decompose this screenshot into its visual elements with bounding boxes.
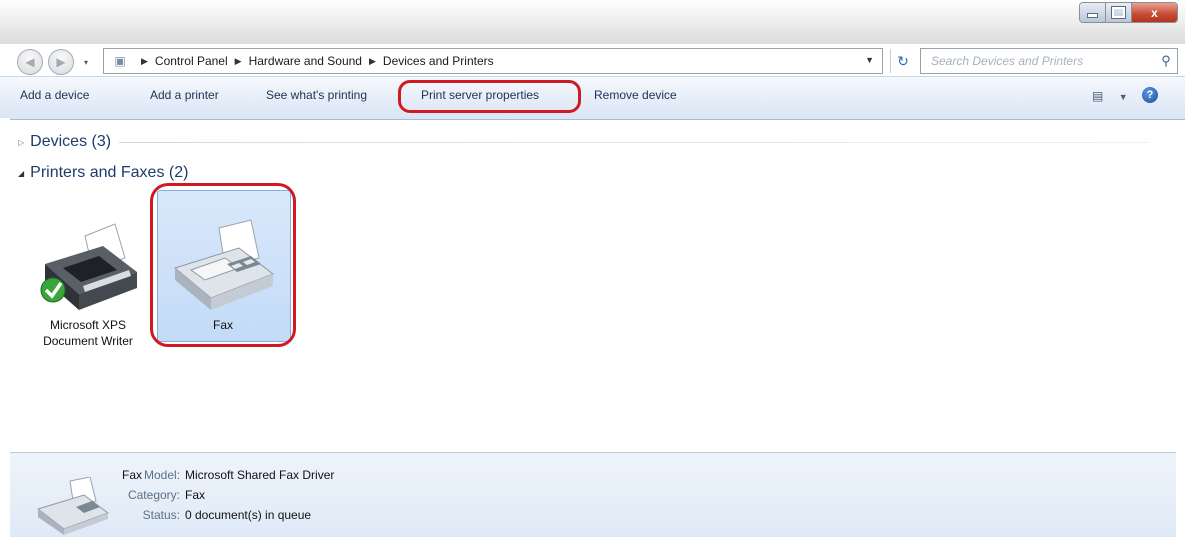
group-title-devices: Devices (3) xyxy=(30,133,112,150)
close-button[interactable]: x xyxy=(1132,3,1177,22)
expand-arrow-icon: ▷ xyxy=(18,137,25,147)
breadcrumb-hardware-and-sound[interactable]: Hardware and Sound xyxy=(249,54,362,68)
printer-microsoft-xps[interactable]: Microsoft XPS Document Writer xyxy=(26,218,150,349)
command-bar: Add a device Add a printer See what's pr… xyxy=(0,76,1185,120)
search-icon[interactable]: ⚲ xyxy=(1155,53,1177,69)
group-title-printers: Printers and Faxes (2) xyxy=(30,164,189,181)
printer-label-line2: Document Writer xyxy=(43,334,133,348)
devices-and-printers-window: x ◀ ▶ ▾ ▣ ▶ Control Panel ▶ Hardware and… xyxy=(0,0,1185,537)
breadcrumb-devices-and-printers[interactable]: Devices and Printers xyxy=(383,54,494,68)
help-button[interactable]: ? xyxy=(1142,87,1158,103)
add-device-button[interactable]: Add a device xyxy=(20,88,89,102)
breadcrumb-separator-icon[interactable]: ▶ xyxy=(369,56,376,67)
printer-label-line1: Microsoft XPS xyxy=(49,318,127,332)
details-status-label: Status: xyxy=(142,508,180,522)
close-icon: x xyxy=(1151,5,1158,20)
back-button[interactable]: ◀ xyxy=(17,49,43,75)
address-dropdown-icon[interactable]: ▼ xyxy=(865,55,874,65)
title-bar: x xyxy=(0,0,1185,44)
group-header-printers[interactable]: ◢ Printers and Faxes (2) xyxy=(18,164,196,182)
caption-buttons: x xyxy=(1079,2,1178,23)
collapse-arrow-icon: ◢ xyxy=(18,168,25,178)
back-arrow-icon: ◀ xyxy=(25,55,35,69)
address-bar[interactable]: ▣ ▶ Control Panel ▶ Hardware and Sound ▶… xyxy=(103,48,883,74)
fax-icon xyxy=(36,477,110,535)
forward-arrow-icon: ▶ xyxy=(56,55,66,69)
details-category-label: Category: xyxy=(127,488,180,502)
group-divider xyxy=(119,141,1150,143)
search-box[interactable]: Search Devices and Printers ⚲ xyxy=(920,48,1178,74)
add-printer-button[interactable]: Add a printer xyxy=(150,88,219,102)
window-left-border xyxy=(0,118,10,458)
highlight-circle-fax xyxy=(150,183,296,347)
search-input[interactable]: Search Devices and Printers xyxy=(921,54,1155,68)
remove-device-button[interactable]: Remove device xyxy=(594,88,677,102)
minimize-button[interactable] xyxy=(1080,3,1106,22)
control-panel-icon: ▣ xyxy=(114,54,126,68)
change-view-button[interactable]: ▤ ▼ xyxy=(1092,89,1128,103)
breadcrumb-control-panel[interactable]: Control Panel xyxy=(155,54,228,68)
see-whats-printing-button[interactable]: See what's printing xyxy=(266,88,367,102)
navigation-bar: ◀ ▶ ▾ ▣ ▶ Control Panel ▶ Hardware and S… xyxy=(0,44,1185,76)
details-pane: Fax Model: Microsoft Shared Fax Driver C… xyxy=(10,452,1176,537)
details-status-value: 0 document(s) in queue xyxy=(185,508,312,522)
maximize-button[interactable] xyxy=(1106,3,1132,22)
refresh-icon: ↻ xyxy=(897,52,909,69)
chevron-down-icon: ▼ xyxy=(1118,92,1128,102)
recent-pages-dropdown[interactable]: ▾ xyxy=(80,56,92,68)
forward-button[interactable]: ▶ xyxy=(48,49,74,75)
view-icon: ▤ xyxy=(1092,89,1104,103)
chevron-down-icon: ▾ xyxy=(83,57,88,67)
details-model-value: Microsoft Shared Fax Driver xyxy=(185,468,335,482)
refresh-button[interactable]: ↻ xyxy=(890,49,915,73)
minimize-icon xyxy=(1087,13,1098,18)
maximize-icon xyxy=(1111,6,1126,19)
group-header-devices[interactable]: ▷ Devices (3) xyxy=(18,133,1150,151)
printer-icon xyxy=(40,223,137,310)
details-category-value: Fax xyxy=(185,488,206,502)
content-pane: ▷ Devices (3) ◢ Printers and Faxes (2) M… xyxy=(10,120,1176,450)
breadcrumb-separator-icon[interactable]: ▶ xyxy=(141,56,148,67)
highlight-circle-print-server xyxy=(398,80,581,113)
details-model-label: Model: xyxy=(143,468,180,482)
breadcrumb-separator-icon[interactable]: ▶ xyxy=(235,56,242,67)
